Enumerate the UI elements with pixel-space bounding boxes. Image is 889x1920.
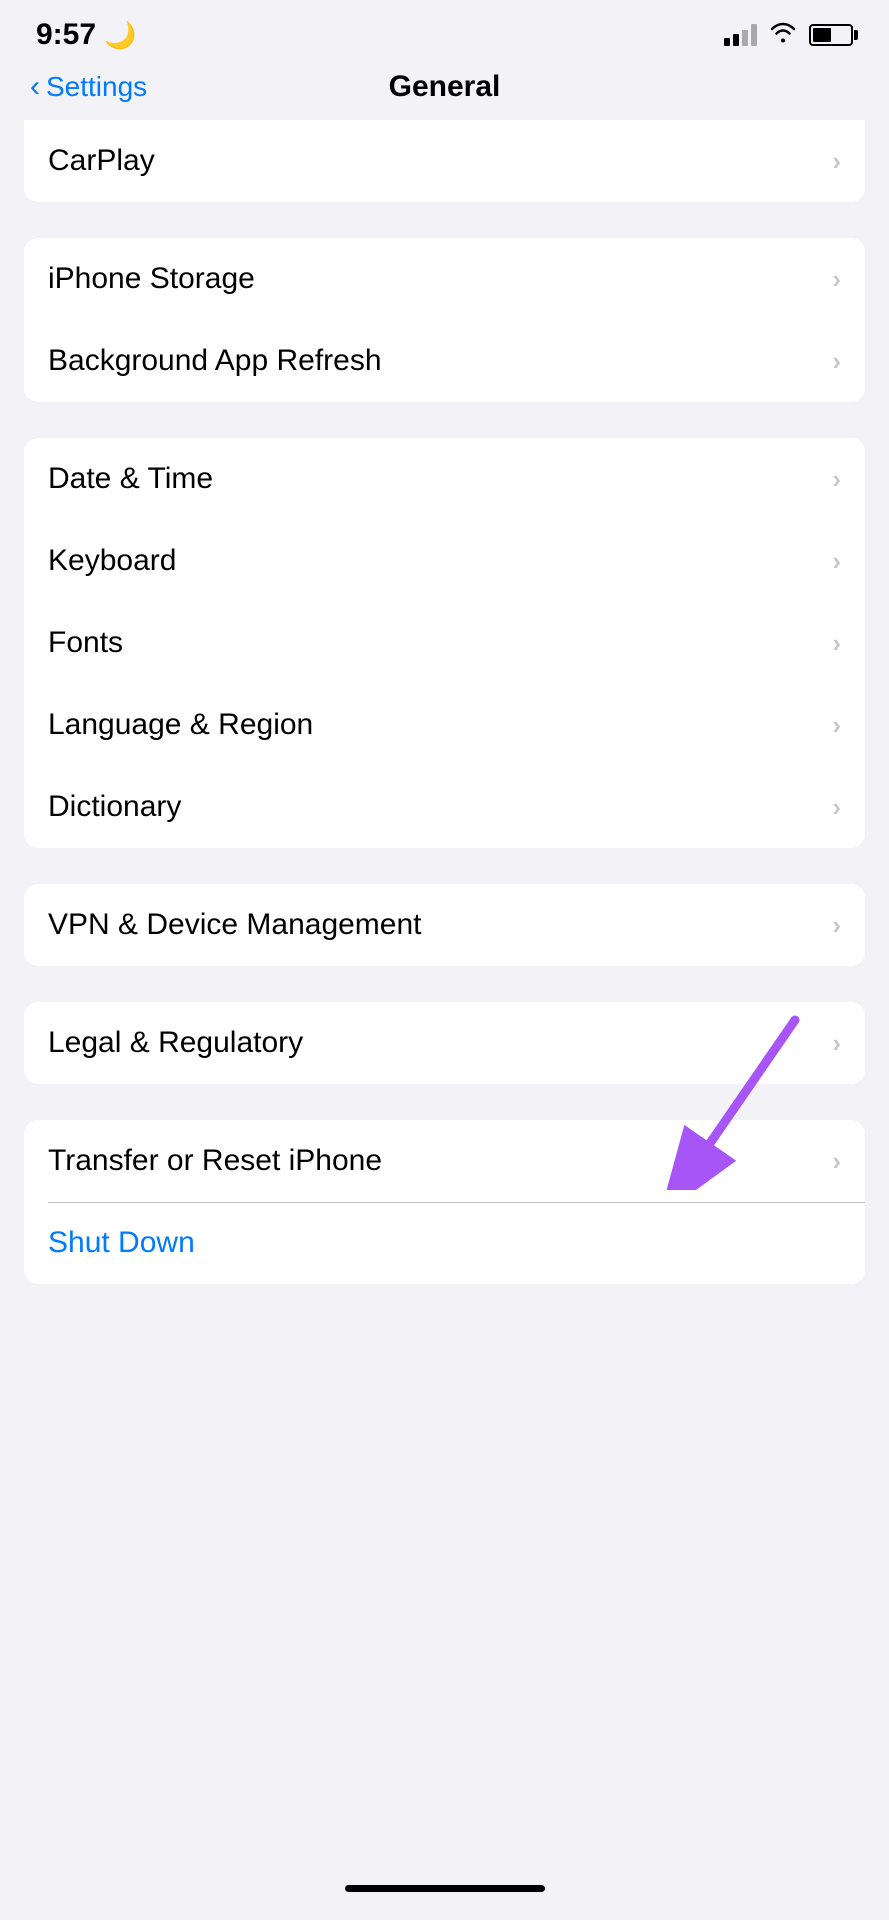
list-item-date-time[interactable]: Date & Time › (24, 438, 865, 520)
list-item-dictionary[interactable]: Dictionary › (24, 766, 865, 848)
signal-bar-4 (751, 24, 757, 46)
section-vpn: VPN & Device Management › (24, 884, 865, 966)
wifi-icon (769, 21, 797, 50)
list-item-iphone-storage[interactable]: iPhone Storage › (24, 238, 865, 320)
list-item-carplay[interactable]: CarPlay › (24, 120, 865, 202)
battery-icon (809, 24, 853, 46)
page-title: General (190, 70, 699, 104)
section-locale: Date & Time › Keyboard › Fonts › Languag… (24, 438, 865, 848)
chevron-right-icon: › (832, 546, 841, 577)
home-indicator (0, 1865, 889, 1908)
list-item-vpn[interactable]: VPN & Device Management › (24, 884, 865, 966)
back-button[interactable]: ‹ Settings (30, 70, 190, 104)
section-storage: iPhone Storage › Background App Refresh … (24, 238, 865, 402)
back-label: Settings (46, 71, 147, 103)
section-legal: Legal & Regulatory › (24, 1002, 865, 1084)
chevron-right-icon: › (832, 346, 841, 377)
chevron-right-icon: › (832, 910, 841, 941)
settings-content: CarPlay › iPhone Storage › Background Ap… (0, 120, 889, 1284)
list-item-background-app-refresh[interactable]: Background App Refresh › (24, 320, 865, 402)
list-item-keyboard[interactable]: Keyboard › (24, 520, 865, 602)
time-display: 9:57 (36, 18, 96, 52)
home-bar (345, 1885, 545, 1892)
chevron-right-icon: › (832, 792, 841, 823)
list-item-legal[interactable]: Legal & Regulatory › (24, 1002, 865, 1084)
list-item-language-region[interactable]: Language & Region › (24, 684, 865, 766)
section-carplay: CarPlay › (24, 120, 865, 202)
signal-bar-1 (724, 38, 730, 46)
status-bar: 9:57 🌙 (0, 0, 889, 62)
chevron-right-icon: › (832, 464, 841, 495)
chevron-right-icon: › (832, 264, 841, 295)
list-item-fonts[interactable]: Fonts › (24, 602, 865, 684)
signal-icon (724, 24, 757, 46)
nav-bar: ‹ Settings General (0, 62, 889, 120)
battery-body (809, 24, 853, 46)
chevron-right-icon: › (832, 710, 841, 741)
status-time: 9:57 🌙 (36, 18, 136, 52)
moon-icon: 🌙 (104, 20, 136, 51)
signal-bar-3 (742, 30, 748, 46)
chevron-right-icon: › (832, 1146, 841, 1177)
signal-bar-2 (733, 34, 739, 46)
back-chevron-icon: ‹ (30, 70, 40, 104)
chevron-right-icon: › (832, 1028, 841, 1059)
section-reset-container: Transfer or Reset iPhone › Shut Down (24, 1120, 865, 1284)
section-reset: Transfer or Reset iPhone › Shut Down (24, 1120, 865, 1284)
list-item-shut-down[interactable]: Shut Down (24, 1202, 865, 1284)
chevron-right-icon: › (832, 628, 841, 659)
list-item-transfer-reset[interactable]: Transfer or Reset iPhone › (24, 1120, 865, 1202)
battery-fill (813, 28, 831, 42)
chevron-right-icon: › (832, 146, 841, 177)
status-icons (724, 21, 853, 50)
